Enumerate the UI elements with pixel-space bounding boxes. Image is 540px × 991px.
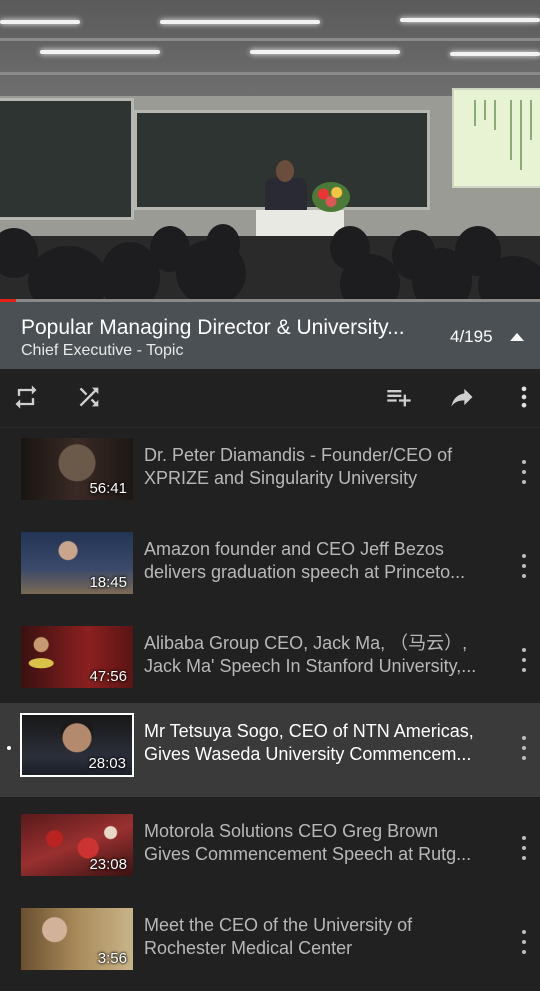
lecture-hall-ceiling: [0, 0, 540, 98]
more-vert-icon[interactable]: [514, 927, 534, 957]
more-vert-icon[interactable]: [514, 551, 534, 581]
video-duration: 28:03: [88, 755, 126, 772]
more-vert-icon[interactable]: [514, 457, 534, 487]
playlist-item-selected[interactable]: 28:03 Mr Tetsuya Sogo, CEO of NTN Americ…: [0, 703, 540, 797]
video-duration: 18:45: [89, 574, 127, 591]
speaker-head: [276, 160, 294, 182]
repeat-icon[interactable]: [9, 380, 43, 414]
playlist-item[interactable]: 18:45 Amazon founder and CEO Jeff Bezos d…: [0, 521, 540, 615]
playlist-header[interactable]: Popular Managing Director & University..…: [0, 302, 540, 369]
video-duration: 3:56: [97, 950, 127, 967]
video-title: Meet the CEO of the University of Rochest…: [144, 915, 413, 958]
playlist-channel: Chief Executive - Topic: [21, 342, 184, 359]
more-vert-icon[interactable]: [507, 380, 540, 414]
more-vert-icon[interactable]: [514, 733, 534, 763]
blackboard-left: [0, 98, 134, 220]
video-thumbnail: 3:56: [21, 908, 133, 970]
flower-arrangement: [312, 182, 350, 212]
chevron-up-icon[interactable]: [510, 333, 524, 341]
playlist-title: Popular Managing Director & University..…: [21, 316, 405, 339]
video-thumbnail: 47:56: [21, 626, 133, 688]
projection-screen: [452, 88, 540, 188]
playlist-item[interactable]: 23:08 Motorola Solutions CEO Greg Brown G…: [0, 803, 540, 897]
video-title: Dr. Peter Diamandis - Founder/CEO of XPRI…: [144, 445, 453, 488]
video-thumbnail: 18:45: [21, 532, 133, 594]
playlist-item[interactable]: 56:41 Dr. Peter Diamandis - Founder/CEO …: [0, 427, 540, 521]
video-title: Motorola Solutions CEO Greg Brown Gives C…: [144, 821, 472, 864]
video-player[interactable]: [0, 0, 540, 302]
playlist-item[interactable]: 47:56 Alibaba Group CEO, Jack Ma, （马云）, J…: [0, 615, 540, 709]
video-title: Amazon founder and CEO Jeff Bezos deliver…: [144, 539, 466, 582]
video-thumbnail: 28:03: [20, 713, 134, 777]
video-thumbnail: 56:41: [21, 438, 133, 500]
video-title: Mr Tetsuya Sogo, CEO of NTN Americas, Giv…: [144, 721, 474, 764]
playlist-position: 4/195: [450, 327, 493, 346]
video-duration: 23:08: [89, 856, 127, 873]
playlist-item[interactable]: 3:56 Meet the CEO of the University of Ro…: [0, 897, 540, 991]
video-duration: 56:41: [89, 480, 127, 497]
video-thumbnail: 23:08: [21, 814, 133, 876]
shuffle-icon[interactable]: [72, 380, 106, 414]
playlist-controls: [0, 369, 540, 427]
audience: [0, 224, 540, 302]
video-title: Alibaba Group CEO, Jack Ma, （马云）, Jack Ma…: [144, 633, 477, 676]
add-to-playlist-icon[interactable]: [382, 380, 416, 414]
more-vert-icon[interactable]: [514, 645, 534, 675]
more-vert-icon[interactable]: [514, 833, 534, 863]
speaker: [265, 178, 307, 214]
video-duration: 47:56: [89, 668, 127, 685]
share-icon[interactable]: [445, 380, 479, 414]
now-playing-indicator: [7, 746, 11, 750]
